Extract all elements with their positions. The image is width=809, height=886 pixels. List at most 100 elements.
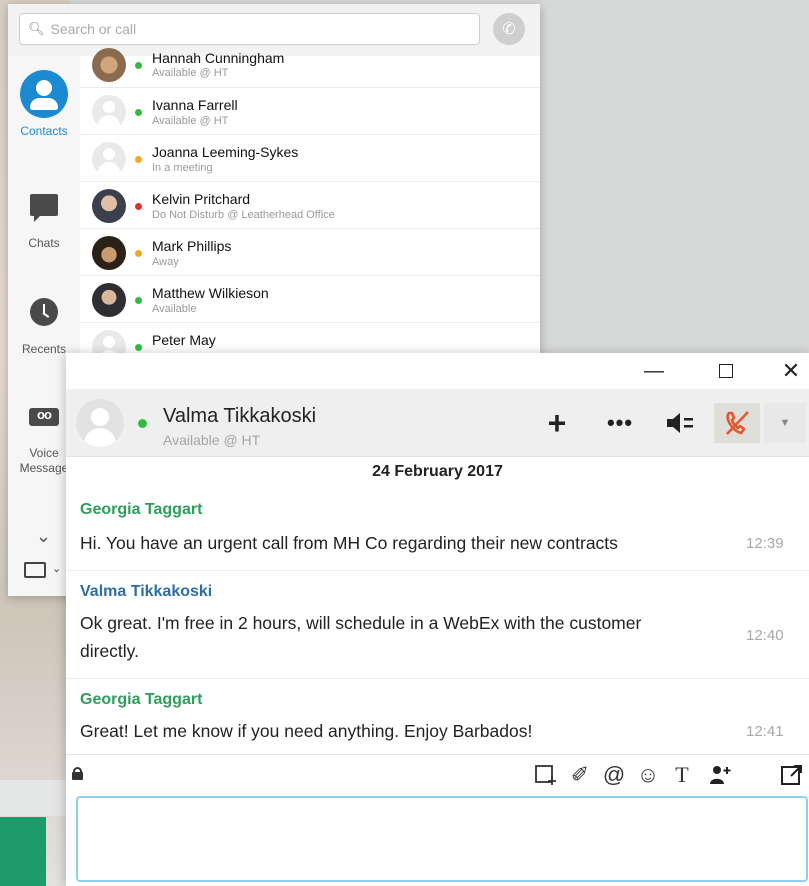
search-icon: 🔍︎ (28, 21, 45, 36)
close-icon: ✕ (781, 358, 801, 383)
search-bar: 🔍︎ ✆ (8, 4, 540, 56)
contact-status: Away (152, 256, 179, 268)
end-call-button[interactable] (714, 403, 760, 443)
plus-icon: + (547, 404, 567, 441)
contact-name: Matthew Wilkieson (152, 285, 269, 301)
message: Valma Tikkakoski Ok great. I'm free in 2… (66, 571, 809, 679)
speaker-icon (667, 413, 693, 433)
contact-row[interactable]: Ivanna Farrell Available @ HT (80, 88, 540, 135)
avatar (92, 283, 126, 317)
message-time: 12:39 (746, 535, 784, 552)
message-input[interactable] (76, 796, 808, 882)
presence-dot (135, 62, 142, 69)
message-text: Ok great. I'm free in 2 hours, will sche… (80, 613, 642, 661)
maximize-icon (719, 364, 733, 378)
contact-row[interactable]: Joanna Leeming-Sykes In a meeting (80, 135, 540, 182)
message-list: 24 February 2017 Georgia Taggart Hi. You… (66, 457, 809, 754)
search-box[interactable]: 🔍︎ (19, 13, 480, 45)
screenshot-button[interactable] (532, 761, 560, 789)
avatar (92, 142, 126, 176)
contact-status: Available @ HT (152, 115, 229, 127)
presence-dot (138, 419, 147, 428)
participant-name: Valma Tikkakoski (163, 405, 317, 427)
close-button[interactable]: ✕ (776, 357, 806, 385)
mention-icon: @ (602, 762, 626, 787)
chat-icon (30, 194, 58, 222)
message-time: 12:41 (746, 723, 784, 740)
avatar (92, 48, 126, 82)
emoji-icon: ☺ (636, 762, 660, 787)
mention-button[interactable]: @ (600, 761, 628, 789)
nav-recents[interactable]: Recents (8, 298, 80, 356)
more-icon: ••• (606, 410, 634, 435)
phone-slash-icon (726, 411, 749, 435)
desktop-green-tile (0, 817, 46, 886)
presence-dot (135, 344, 142, 351)
add-participant-button[interactable] (706, 761, 734, 789)
attach-icon: ✐ (570, 762, 590, 787)
screen-share-icon[interactable] (24, 562, 46, 578)
contact-name: Hannah Cunningham (152, 50, 285, 66)
chevron-down-icon[interactable]: ⌄ (36, 526, 51, 547)
nav-voice-message-label: Voice Message (19, 446, 69, 475)
message-sender: Georgia Taggart (80, 501, 203, 518)
message: Georgia Taggart Hi. You have an urgent c… (66, 489, 809, 571)
message-sender: Valma Tikkakoski (80, 583, 213, 600)
avatar (92, 189, 126, 223)
window-titlebar: — ✕ (66, 353, 809, 389)
caret-down-icon[interactable]: ⌄ (52, 562, 61, 575)
screenshot-icon (535, 765, 556, 785)
call-options-dropdown[interactable]: ▼ (764, 403, 806, 443)
contact-row[interactable]: Hannah Cunningham Available @ HT (80, 48, 540, 88)
font-icon: T (675, 762, 689, 787)
attach-button[interactable]: ✐ (566, 761, 594, 789)
contact-status: Available @ HT (152, 67, 229, 79)
contact-status: Available (152, 303, 197, 315)
presence-dot (135, 297, 142, 304)
more-button[interactable]: ••• (600, 403, 640, 443)
contact-name: Mark Phillips (152, 238, 232, 254)
nav-chats[interactable]: Chats (8, 194, 80, 250)
emoji-button[interactable]: ☺ (634, 761, 662, 789)
maximize-button[interactable] (711, 357, 741, 385)
contact-status: In a meeting (152, 162, 213, 174)
contact-name: Ivanna Farrell (152, 97, 238, 113)
conversation-header: Valma Tikkakoski Available @ HT + ••• ▼ (66, 389, 809, 457)
participant-status: Available @ HT (163, 432, 261, 448)
message: Georgia Taggart Great! Let me know if yo… (66, 679, 809, 754)
call-button[interactable]: ✆ (493, 13, 525, 45)
font-button[interactable]: T (668, 761, 696, 789)
contacts-icon (20, 70, 68, 118)
add-button[interactable]: + (542, 403, 572, 443)
presence-dot (135, 109, 142, 116)
message-text: Hi. You have an urgent call from MH Co r… (80, 533, 618, 553)
caret-down-icon: ▼ (779, 417, 791, 429)
minimize-icon: — (644, 359, 664, 382)
date-separator: 24 February 2017 (372, 463, 503, 480)
message-sender: Georgia Taggart (80, 691, 203, 708)
message-time: 12:40 (746, 627, 784, 644)
presence-dot (135, 250, 142, 257)
phone-icon: ✆ (502, 21, 516, 38)
popout-icon (781, 765, 802, 785)
contact-row[interactable]: Mark Phillips Away (80, 229, 540, 276)
desktop-strip (0, 780, 70, 816)
add-participant-icon (710, 766, 731, 784)
contact-name: Peter May (152, 332, 216, 348)
contact-row[interactable]: Matthew Wilkieson Available (80, 276, 540, 323)
popout-button[interactable] (778, 761, 806, 789)
contact-name: Kelvin Pritchard (152, 191, 251, 207)
lock-icon (72, 767, 83, 780)
nav-contacts-label: Contacts (20, 124, 68, 138)
search-input[interactable] (50, 21, 451, 37)
composer-toolbar: ✐ @ ☺ T (66, 754, 809, 792)
nav-contacts[interactable]: Contacts (8, 70, 80, 138)
presence-dot (135, 156, 142, 163)
avatar (92, 95, 126, 129)
minimize-button[interactable]: — (639, 357, 669, 385)
audio-settings-button[interactable] (660, 403, 700, 443)
message-text: Great! Let me know if you need anything.… (80, 721, 533, 741)
chat-window: — ✕ Valma Tikkakoski Available @ HT + ••… (66, 353, 809, 886)
contact-row[interactable]: Kelvin Pritchard Do Not Disturb @ Leathe… (80, 182, 540, 229)
avatar (92, 236, 126, 270)
